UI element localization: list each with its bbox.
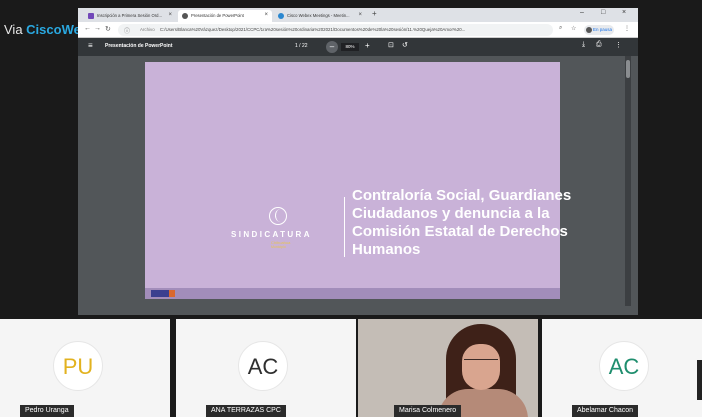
tab-label: Presentación de PowerPoint — [191, 13, 244, 18]
zoom-out-button[interactable]: – — [326, 41, 338, 53]
shared-browser-window: Inscripción a Primera Sesión Ord... × Pr… — [78, 8, 638, 315]
more-options-icon[interactable]: ⋮ — [615, 41, 622, 49]
forms-icon — [88, 13, 94, 19]
bookmark-star-icon[interactable]: ☆ — [571, 25, 576, 32]
participant-video-tile[interactable]: Marisa Colmenero — [358, 319, 538, 417]
org-subtitle-2: Municipio — [271, 245, 286, 249]
browser-address-bar: ← → ↻ ⓘ Archivo C:/Users/Blanca%20Vázque… — [78, 22, 638, 38]
site-info-icon[interactable]: ⓘ — [124, 26, 130, 35]
close-tab-icon[interactable]: × — [264, 12, 268, 18]
webex-icon — [278, 13, 284, 19]
presentation-slide: SINDICATURA Chihuahua Municipio Contralo… — [145, 62, 571, 288]
browser-menu-icon[interactable]: ⋮ — [624, 25, 630, 32]
browser-tab-forms[interactable]: Inscripción a Primera Sesión Ord... × — [84, 10, 176, 22]
maximize-button[interactable]: □ — [601, 9, 605, 16]
zoom-icon[interactable]: ⌕ — [559, 25, 562, 32]
url-text: C:/Users/Blanca%20Vázquez/Desktop/2021/C… — [159, 27, 466, 32]
new-tab-button[interactable]: + — [372, 9, 377, 18]
org-name: SINDICATURA — [231, 230, 312, 239]
download-icon[interactable]: ⤓ — [582, 41, 585, 49]
preview-logo-accent — [169, 290, 175, 297]
pdf-toolbar: ≡ Presentación de PowerPoint 1 / 22 – 80… — [78, 38, 638, 56]
tab-label: Inscripción a Primera Sesión Ord... — [97, 13, 162, 18]
scheme-label: Archivo — [140, 27, 155, 32]
participant-name: Abelamar Chacon — [572, 405, 639, 417]
watermark-prefix: Via — [4, 22, 27, 37]
minimize-button[interactable]: – — [580, 9, 584, 16]
participant-avatar: AC — [238, 341, 288, 391]
fit-page-icon[interactable]: ⊡ — [388, 41, 394, 49]
close-window-button[interactable]: × — [622, 9, 626, 16]
hamburger-menu-icon[interactable]: ≡ — [88, 41, 93, 50]
sindicatura-logo-icon — [269, 207, 287, 225]
slide-divider — [344, 197, 345, 257]
zoom-in-button[interactable]: + — [365, 41, 370, 50]
profile-paused-button[interactable]: En pausa — [584, 25, 614, 35]
forward-icon[interactable]: → — [94, 25, 101, 32]
close-tab-icon[interactable]: × — [358, 12, 362, 18]
browser-tab-bar: Inscripción a Primera Sesión Ord... × Pr… — [78, 8, 638, 22]
back-icon[interactable]: ← — [84, 25, 91, 32]
participant-tile[interactable]: AC Abelamar Chacon — [542, 319, 702, 417]
next-slide-preview — [145, 288, 560, 299]
participant-avatar: PU — [53, 341, 103, 391]
webex-meeting-window: Via CiscoWebex Inscripción a Primera Ses… — [0, 0, 702, 417]
pdf-scrollbar-thumb[interactable] — [626, 60, 630, 78]
participant-tile[interactable]: AC ANA TERRAZAS CPC — [176, 319, 356, 417]
print-icon[interactable]: ⎙ — [596, 41, 602, 49]
participant-name: Pedro Uranga — [20, 405, 74, 417]
pdf-scrollbar[interactable] — [625, 56, 631, 306]
close-tab-icon[interactable]: × — [168, 12, 172, 18]
url-input[interactable]: ⓘ Archivo C:/Users/Blanca%20Vázquez/Desk… — [118, 24, 553, 36]
participant-name: ANA TERRAZAS CPC — [206, 405, 286, 417]
participant-strip: PU Pedro Uranga AC ANA TERRAZAS CPC Mari… — [0, 319, 702, 417]
reload-icon[interactable]: ↻ — [105, 25, 111, 33]
tab-label: Cisco Webex Meetings - Meetin... — [287, 13, 350, 18]
participant-avatar: AC — [599, 341, 649, 391]
participant-video-glasses — [464, 359, 498, 367]
browser-tab-webex[interactable]: Cisco Webex Meetings - Meetin... × — [274, 10, 366, 22]
scroll-handle[interactable] — [697, 360, 702, 400]
pdf-title: Presentación de PowerPoint — [105, 43, 173, 49]
page-indicator[interactable]: 1 / 22 — [295, 43, 308, 49]
chrome-pdf-icon — [182, 13, 188, 19]
rotate-icon[interactable]: ↺ — [402, 41, 408, 49]
participant-video-face — [462, 344, 500, 390]
browser-tab-presentation[interactable]: Presentación de PowerPoint × — [178, 10, 272, 22]
participant-name: Marisa Colmenero — [394, 405, 462, 417]
slide-title: Contraloría Social, Guardianes Ciudadano… — [352, 187, 572, 258]
participant-tile[interactable]: PU Pedro Uranga — [0, 319, 170, 417]
zoom-level-input[interactable]: 80% — [341, 43, 359, 51]
